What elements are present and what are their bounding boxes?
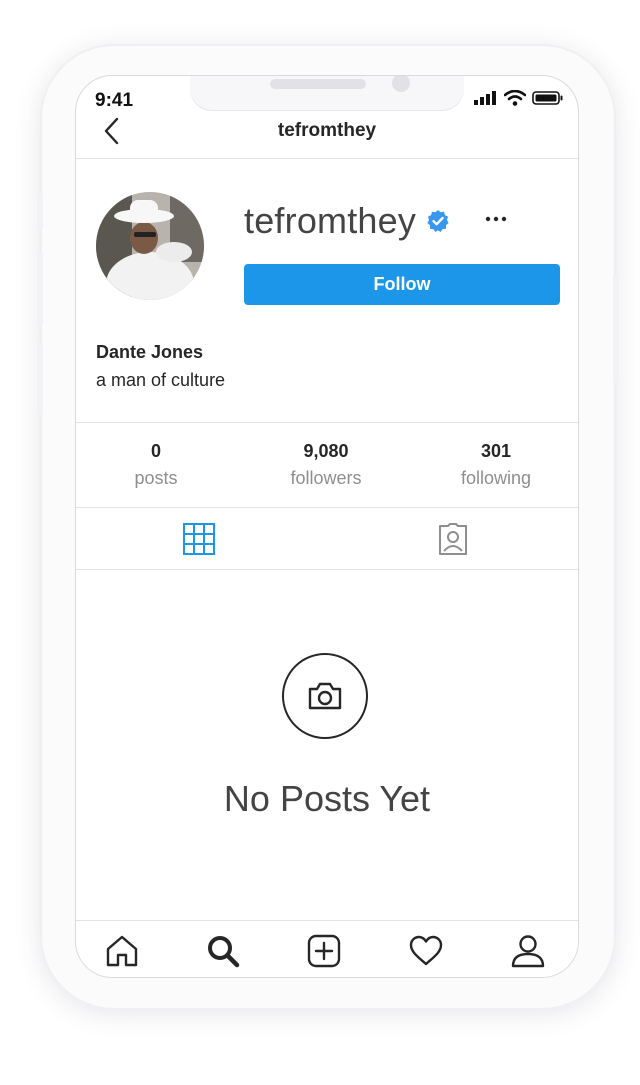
camera-empty-icon [282, 653, 368, 739]
tagged-photos-icon[interactable] [436, 522, 470, 556]
search-icon[interactable] [205, 933, 241, 969]
power-button [613, 274, 619, 384]
following-count: 301 [480, 441, 512, 461]
battery-icon [532, 91, 563, 105]
profile-full-name: Dante Jones [96, 342, 204, 362]
volume-down-button [37, 342, 43, 416]
profile-bio: a man of culture [96, 370, 226, 390]
empty-state-message: No Posts Yet [223, 778, 431, 819]
heart-icon[interactable] [408, 933, 444, 969]
profile-icon[interactable] [510, 933, 546, 969]
mute-switch [37, 192, 43, 230]
camera-icon [308, 682, 342, 710]
followers-label: followers [290, 468, 362, 488]
stat-followers[interactable]: 9,080 followers [266, 441, 386, 489]
stat-posts[interactable]: 0 posts [96, 441, 216, 489]
grid-icon[interactable] [182, 522, 216, 556]
header-title: tefromthey [277, 120, 377, 141]
username-row: tefromthey [244, 200, 450, 242]
following-label: following [460, 468, 532, 488]
stat-following[interactable]: 301 following [436, 441, 556, 489]
profile-tabs [76, 507, 578, 570]
status-icons [474, 90, 564, 106]
bottom-nav [76, 920, 578, 977]
profile-header: tefromthey [76, 108, 578, 159]
cellular-signal-icon [474, 91, 496, 105]
home-icon[interactable] [104, 933, 140, 969]
phone-screen: 9:41 tefromthey tefromthey Follow Dante … [76, 76, 578, 977]
avatar-photo [96, 192, 204, 300]
new-post-icon[interactable] [306, 933, 342, 969]
volume-up-button [37, 252, 43, 326]
profile-username: tefromthey [244, 200, 417, 241]
followers-count: 9,080 [303, 441, 349, 461]
front-camera [392, 76, 410, 92]
more-options-icon[interactable] [484, 214, 508, 224]
profile-avatar[interactable] [96, 192, 204, 300]
posts-label: posts [134, 468, 178, 488]
wifi-icon [504, 90, 526, 106]
follow-button[interactable]: Follow [244, 264, 560, 305]
verified-badge-icon [427, 210, 449, 232]
posts-count: 0 [150, 441, 161, 461]
notch [190, 76, 464, 110]
speaker [270, 79, 366, 89]
profile-stats: 0 posts 9,080 followers 301 following [76, 422, 578, 508]
